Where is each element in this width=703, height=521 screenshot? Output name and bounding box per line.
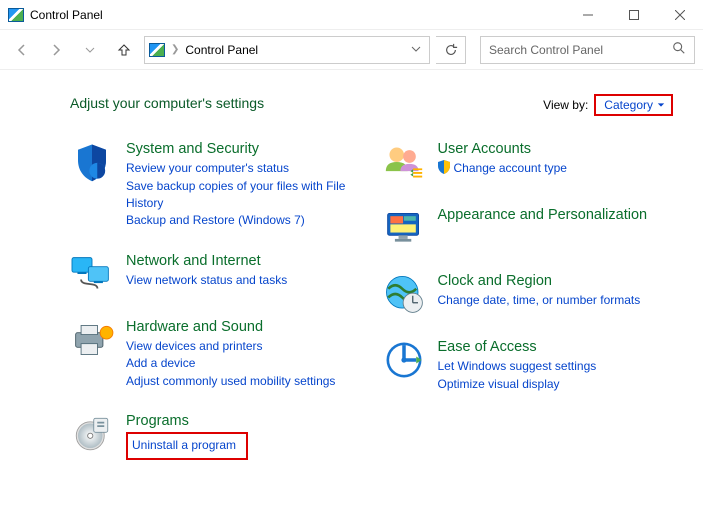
link-network-status[interactable]: View network status and tasks: [126, 272, 287, 289]
category-network-and-internet: Network and Internet View network status…: [70, 252, 362, 296]
category-ease-of-access: Ease of Access Let Windows suggest setti…: [382, 338, 674, 393]
content-area: Adjust your computer's settings View by:…: [0, 70, 703, 512]
printer-icon: [70, 318, 114, 362]
shield-icon: [70, 140, 114, 184]
address-bar[interactable]: ❯ Control Panel: [144, 36, 430, 64]
category-title[interactable]: Appearance and Personalization: [438, 206, 648, 224]
navigation-bar: ❯ Control Panel Search Control Panel: [0, 30, 703, 70]
right-column: User Accounts Change account type Appear…: [382, 140, 674, 482]
search-input[interactable]: Search Control Panel: [480, 36, 695, 64]
maximize-button[interactable]: [611, 0, 657, 30]
refresh-button[interactable]: [436, 36, 466, 64]
link-change-account-type[interactable]: Change account type: [454, 160, 567, 177]
category-title[interactable]: Clock and Region: [438, 272, 641, 290]
ease-of-access-icon: [382, 338, 426, 382]
category-title[interactable]: System and Security: [126, 140, 362, 158]
category-system-and-security: System and Security Review your computer…: [70, 140, 362, 230]
control-panel-path-icon: [149, 43, 165, 57]
category-clock-region: Clock and Region Change date, time, or n…: [382, 272, 674, 316]
chevron-down-icon: [657, 101, 665, 109]
recent-locations-dropdown[interactable]: [76, 36, 104, 64]
minimize-button[interactable]: [565, 0, 611, 30]
category-title[interactable]: User Accounts: [438, 140, 567, 158]
window-title: Control Panel: [30, 8, 103, 22]
page-heading: Adjust your computer's settings: [70, 95, 264, 111]
network-icon: [70, 252, 114, 296]
view-by-dropdown[interactable]: Category: [594, 94, 673, 116]
category-title[interactable]: Ease of Access: [438, 338, 597, 356]
address-history-dropdown[interactable]: [407, 43, 425, 57]
up-button[interactable]: [110, 36, 138, 64]
link-suggest-settings[interactable]: Let Windows suggest settings: [438, 358, 597, 375]
view-by-label: View by:: [543, 98, 588, 112]
link-uninstall-program[interactable]: Uninstall a program: [126, 432, 248, 459]
category-title[interactable]: Hardware and Sound: [126, 318, 335, 336]
user-accounts-icon: [382, 140, 426, 184]
programs-disc-icon: [70, 412, 114, 456]
back-button[interactable]: [8, 36, 36, 64]
link-add-device[interactable]: Add a device: [126, 355, 335, 372]
link-devices-printers[interactable]: View devices and printers: [126, 338, 335, 355]
category-title[interactable]: Programs: [126, 412, 248, 430]
appearance-monitor-icon: [382, 206, 426, 250]
uac-shield-icon: [438, 160, 450, 177]
breadcrumb-chevron-icon[interactable]: ❯: [171, 44, 179, 55]
close-button[interactable]: [657, 0, 703, 30]
category-hardware-and-sound: Hardware and Sound View devices and prin…: [70, 318, 362, 390]
view-by-control: View by: Category: [543, 94, 673, 116]
view-by-value: Category: [604, 98, 653, 112]
control-panel-app-icon: [8, 8, 24, 22]
link-optimize-display[interactable]: Optimize visual display: [438, 376, 597, 393]
left-column: System and Security Review your computer…: [70, 140, 362, 482]
category-programs: Programs Uninstall a program: [70, 412, 362, 460]
link-date-time-formats[interactable]: Change date, time, or number formats: [438, 292, 641, 309]
forward-button[interactable]: [42, 36, 70, 64]
category-user-accounts: User Accounts Change account type: [382, 140, 674, 184]
category-appearance: Appearance and Personalization: [382, 206, 674, 250]
search-icon: [672, 41, 686, 58]
link-backup-restore[interactable]: Backup and Restore (Windows 7): [126, 212, 362, 229]
category-title[interactable]: Network and Internet: [126, 252, 287, 270]
link-review-status[interactable]: Review your computer's status: [126, 160, 362, 177]
link-file-history[interactable]: Save backup copies of your files with Fi…: [126, 178, 362, 213]
breadcrumb-current[interactable]: Control Panel: [185, 43, 258, 57]
search-placeholder: Search Control Panel: [489, 43, 603, 57]
link-mobility-settings[interactable]: Adjust commonly used mobility settings: [126, 373, 335, 390]
globe-clock-icon: [382, 272, 426, 316]
window-titlebar: Control Panel: [0, 0, 703, 30]
